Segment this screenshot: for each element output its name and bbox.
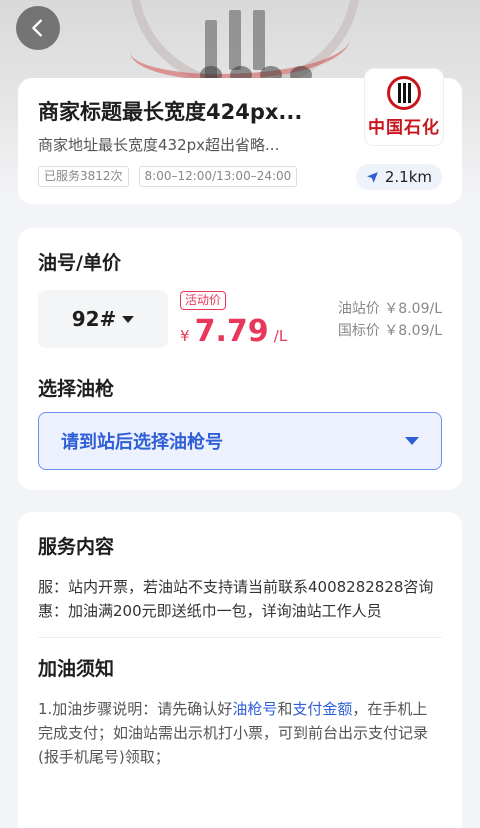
gun-select-dropdown[interactable]: 请到站后选择油枪号	[38, 412, 442, 470]
merchant-address: 商家地址最长宽度432px超出省略...	[38, 136, 280, 154]
national-price: 国标价 ￥8.09/L	[337, 323, 442, 339]
gift-line: 惠：加油满200元即送纸巾一包，详询油站工作人员	[38, 602, 382, 620]
notice-highlight-gun: 油枪号	[232, 700, 278, 718]
caret-down-icon	[405, 437, 419, 445]
price-unit: /L	[273, 327, 288, 345]
notice-highlight-amount: 支付金额	[292, 700, 353, 718]
fuel-section-title: 油号/单价	[38, 252, 121, 274]
notice-line-2: (报手机尾号)领取；	[38, 748, 170, 766]
caret-down-icon	[122, 315, 135, 323]
merchant-title: 商家标题最长宽度424px...	[38, 100, 303, 124]
promo-badge: 活动价	[180, 291, 227, 310]
notice-and: 和	[277, 700, 293, 718]
sinopec-mark-icon	[387, 76, 421, 110]
back-button[interactable]	[16, 6, 60, 50]
notice-prefix: 1.加油步骤说明：请先确认好	[38, 700, 233, 718]
distance-label: 2.1km	[384, 168, 432, 186]
business-hours-tag: 8:00–12:00/13:00–24:00	[138, 166, 298, 187]
price-list: 油站价 ￥8.09/L 国标价 ￥8.09/L	[338, 298, 442, 342]
gun-section-title: 选择油枪	[38, 378, 115, 400]
merchant-tags: 已服务3812次 8:00–12:00/13:00–24:00	[38, 166, 298, 187]
logo-text: 中国石化	[368, 118, 440, 138]
station-price: 油站价 ￥8.09/L	[337, 301, 442, 317]
distance-button[interactable]: 2.1km	[355, 164, 442, 190]
oil-number-selector[interactable]: 92#	[38, 290, 168, 348]
merchant-card: 商家标题最长宽度424px... 商家地址最长宽度432px超出省略... 已服…	[18, 68, 462, 204]
oil-number-value: 92#	[71, 307, 117, 331]
invoice-line: 服：站内开票，若油站不支持请当前联系4008282828咨询	[38, 578, 434, 596]
notice-content: 1.加油步骤说明：请先确认好油枪号和支付金额，在手机上完成支付；如油站需出示机打…	[38, 697, 442, 769]
notice-section-title: 加油须知	[38, 658, 115, 680]
service-content: 服：站内开票，若油站不支持请当前联系4008282828咨询 惠：加油满200元…	[38, 575, 442, 623]
promo-price-value: 7.79	[194, 314, 269, 349]
sinopec-logo: 中国石化	[364, 68, 444, 146]
service-section-title: 服务内容	[38, 536, 115, 558]
chevron-left-icon	[32, 19, 42, 37]
promo-price: ¥ 7.79 /L	[180, 314, 287, 349]
gun-select-placeholder: 请到站后选择油枪号	[61, 432, 223, 453]
navigation-arrow-icon	[366, 171, 378, 183]
served-count-tag: 已服务3812次	[38, 166, 129, 187]
service-card: 服务内容 服：站内开票，若油站不支持请当前联系4008282828咨询 惠：加油…	[18, 512, 462, 828]
fuel-card: 油号/单价 92# 活动价 ¥ 7.79 /L 油站价 ￥8.09/L 国标价 …	[18, 228, 462, 490]
currency-symbol: ¥	[180, 327, 190, 345]
divider	[38, 637, 442, 638]
